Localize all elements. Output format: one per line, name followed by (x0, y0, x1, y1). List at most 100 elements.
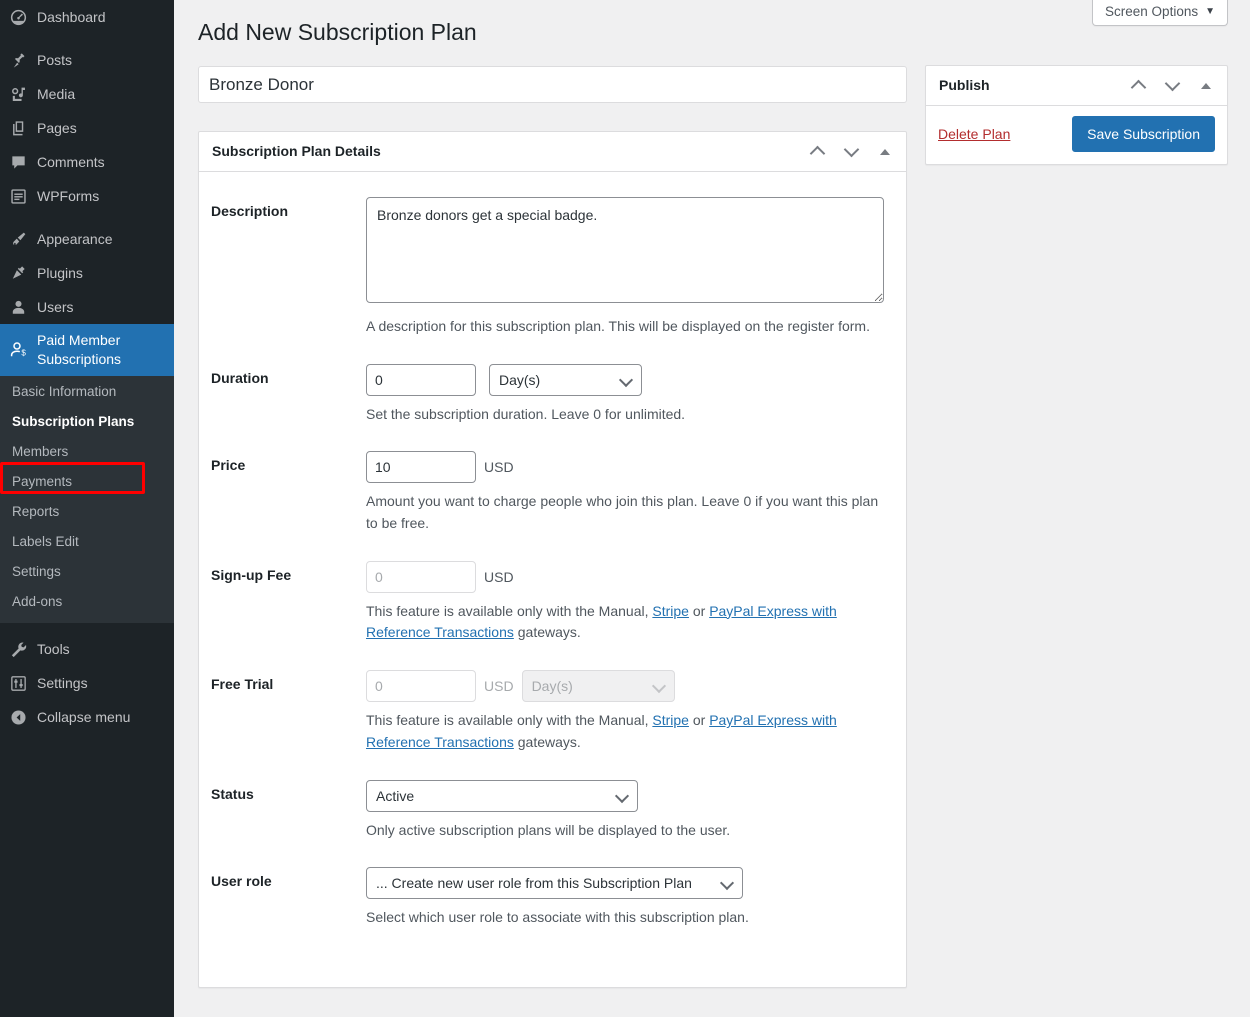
sidebar-item-tools[interactable]: Tools (0, 632, 174, 666)
collapse-menu-button[interactable]: Collapse menu (0, 700, 174, 734)
field-row-free-trial: Free Trial USD Day(s) (211, 657, 894, 766)
move-down-button[interactable] (834, 134, 868, 170)
duration-cell: Day(s) Set the subscription duration. Le… (366, 351, 894, 439)
status-select-wrap: Active (366, 780, 638, 812)
chevron-down-icon (1164, 76, 1180, 92)
submenu-item-label: Subscription Plans (12, 414, 134, 429)
field-row-user-role: User role ... Create new user role from … (211, 854, 894, 942)
signup-fee-help: This feature is available only with the … (366, 601, 884, 644)
sidebar-item-users[interactable]: Users (0, 290, 174, 324)
user-role-select[interactable]: ... Create new user role from this Subsc… (366, 867, 743, 899)
stripe-link[interactable]: Stripe (652, 603, 689, 619)
signup-fee-input[interactable] (366, 561, 476, 593)
sidebar-item-settings[interactable]: Settings (0, 666, 174, 700)
signup-fee-label: Sign-up Fee (211, 548, 366, 657)
sidebar-item-label: Paid Member Subscriptions (37, 331, 174, 369)
brush-icon (9, 230, 37, 249)
free-trial-cell: USD Day(s) This feature is available onl… (366, 657, 894, 766)
user-role-select-wrap: ... Create new user role from this Subsc… (366, 867, 743, 899)
free-trial-unit-select[interactable]: Day(s) (522, 670, 675, 702)
sidebar-item-paid-member-subscriptions[interactable]: $ Paid Member Subscriptions (0, 324, 174, 376)
submenu-item-label: Settings (12, 564, 61, 579)
sidebar-item-label: Posts (37, 51, 174, 70)
publish-move-up-button[interactable] (1121, 68, 1155, 104)
submenu-item-reports[interactable]: Reports (0, 497, 174, 527)
free-trial-currency-label: USD (484, 670, 514, 702)
save-subscription-button[interactable]: Save Subscription (1072, 116, 1215, 152)
free-trial-help-suffix: gateways. (514, 734, 581, 750)
triangle-up-icon (1201, 83, 1211, 89)
signup-fee-help-mid: or (689, 603, 709, 619)
submenu-item-labels-edit[interactable]: Labels Edit (0, 527, 174, 557)
price-input[interactable] (366, 451, 476, 483)
duration-input[interactable] (366, 364, 476, 396)
submenu-item-members[interactable]: Members (0, 437, 174, 467)
sidebar-tertiary-group: Tools Settings Collapse menu (0, 632, 174, 734)
sidebar-item-wpforms[interactable]: WPForms (0, 179, 174, 213)
subscription-plan-details-panel: Subscription Plan Details Description Br… (198, 131, 907, 988)
sidebar-item-label: Tools (37, 640, 174, 659)
sidebar-item-comments[interactable]: Comments (0, 145, 174, 179)
description-cell: Bronze donors get a special badge. A des… (366, 184, 894, 351)
publish-move-down-button[interactable] (1155, 68, 1189, 104)
description-textarea[interactable]: Bronze donors get a special badge. (366, 197, 884, 303)
panel-title: Subscription Plan Details (212, 142, 800, 162)
user-icon (9, 298, 37, 317)
delete-plan-link[interactable]: Delete Plan (938, 126, 1010, 142)
duration-unit-wrap: Day(s) (489, 364, 642, 396)
plug-icon (9, 264, 37, 283)
media-icon (9, 85, 37, 104)
field-row-price: Price USD Amount you want to charge peop… (211, 438, 894, 547)
publish-panel-header: Publish (926, 66, 1227, 106)
sidebar-divider (0, 213, 174, 222)
sidebar-item-posts[interactable]: Posts (0, 43, 174, 77)
sidebar-item-media[interactable]: Media (0, 77, 174, 111)
stripe-link[interactable]: Stripe (652, 712, 689, 728)
submenu-item-subscription-plans[interactable]: Subscription Plans (0, 407, 174, 437)
sidebar-item-appearance[interactable]: Appearance (0, 222, 174, 256)
user-role-label: User role (211, 854, 366, 942)
submenu-item-basic-information[interactable]: Basic Information (0, 377, 174, 407)
screen-options-button[interactable]: Screen Options ▼ (1092, 0, 1228, 26)
sidebar-item-pages[interactable]: Pages (0, 111, 174, 145)
price-label: Price (211, 438, 366, 547)
free-trial-input[interactable] (366, 670, 476, 702)
duration-help: Set the subscription duration. Leave 0 f… (366, 404, 884, 426)
status-select[interactable]: Active (366, 780, 638, 812)
free-trial-help-mid: or (689, 712, 709, 728)
plan-title-input[interactable] (198, 66, 907, 103)
sidebar-item-dashboard[interactable]: Dashboard (0, 0, 174, 34)
duration-unit-select[interactable]: Day(s) (489, 364, 642, 396)
settings-sliders-icon (9, 674, 37, 693)
signup-fee-controls: USD (366, 561, 884, 593)
toggle-panel-button[interactable] (868, 134, 902, 170)
signup-fee-cell: USD This feature is available only with … (366, 548, 894, 657)
submenu-item-payments[interactable]: Payments (0, 467, 174, 497)
move-up-button[interactable] (800, 134, 834, 170)
price-currency-label: USD (484, 451, 514, 483)
publish-toggle-panel-button[interactable] (1189, 68, 1223, 104)
signup-fee-help-prefix: This feature is available only with the … (366, 603, 652, 619)
sidebar-divider (0, 34, 174, 43)
sidebar-primary-group: Dashboard Posts Media Pages Commen (0, 0, 174, 213)
main-content: Screen Options ▼ Add New Subscription Pl… (174, 0, 1250, 1017)
panel-header: Subscription Plan Details (199, 132, 906, 172)
submenu-item-label: Reports (12, 504, 59, 519)
pin-icon (9, 51, 37, 70)
free-trial-controls: USD Day(s) (366, 670, 884, 702)
submenu-item-add-ons[interactable]: Add-ons (0, 587, 174, 617)
chevron-down-icon (843, 142, 859, 158)
comment-icon (9, 153, 37, 172)
publish-panel: Publish Delete Plan Save Subscription (925, 65, 1228, 165)
description-help: A description for this subscription plan… (366, 316, 884, 338)
price-cell: USD Amount you want to charge people who… (366, 438, 894, 547)
sidebar-item-label: Collapse menu (37, 708, 174, 727)
sidebar-item-label: Comments (37, 153, 174, 172)
wrench-icon (9, 640, 37, 659)
submenu-item-settings[interactable]: Settings (0, 557, 174, 587)
admin-sidebar: Dashboard Posts Media Pages Commen (0, 0, 174, 1017)
submenu-item-label: Basic Information (12, 384, 116, 399)
chevron-down-icon: ▼ (1205, 7, 1215, 17)
sidebar-item-plugins[interactable]: Plugins (0, 256, 174, 290)
status-cell: Active Only active subscription plans wi… (366, 767, 894, 855)
